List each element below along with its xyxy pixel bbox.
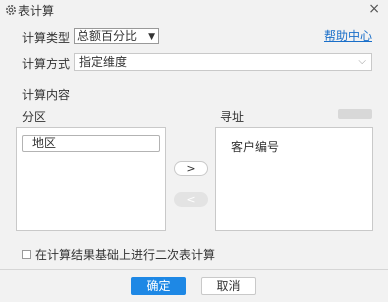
- calc-content-label: 计算内容: [22, 88, 71, 102]
- list-item[interactable]: 客户编号: [231, 138, 279, 155]
- secondary-calc-checkbox[interactable]: [22, 250, 31, 259]
- calc-method-label: 计算方式: [22, 57, 71, 71]
- chevron-left-icon: <: [186, 193, 196, 206]
- partition-list[interactable]: 地区: [16, 127, 166, 231]
- table-calculation-dialog: 表计算 × 计算类型 总额百分比 ▼ 帮助中心 计算方式 指定维度 ⌵ 计算内容…: [0, 0, 388, 302]
- dropdown-arrow-icon: ▼: [148, 32, 155, 42]
- chevron-right-icon: >: [186, 162, 196, 175]
- ok-button[interactable]: 确定: [131, 277, 186, 295]
- gear-icon: [4, 3, 18, 17]
- list-item[interactable]: 地区: [22, 135, 160, 152]
- help-center-link[interactable]: 帮助中心: [324, 27, 372, 44]
- move-right-button[interactable]: >: [174, 161, 208, 176]
- address-list[interactable]: 客户编号: [215, 127, 373, 231]
- calc-method-value: 指定维度: [79, 55, 128, 69]
- close-icon[interactable]: ×: [368, 1, 380, 17]
- calc-type-label: 计算类型: [22, 31, 71, 45]
- address-options-button[interactable]: [338, 109, 372, 119]
- move-left-button[interactable]: <: [174, 192, 208, 207]
- address-label: 寻址: [220, 110, 245, 124]
- calc-type-value: 总额百分比: [77, 29, 138, 43]
- partition-label: 分区: [22, 110, 47, 124]
- dialog-title: 表计算: [18, 4, 55, 18]
- secondary-calc-label[interactable]: 在计算结果基础上进行二次表计算: [35, 246, 215, 263]
- calc-type-select[interactable]: 总额百分比 ▼: [74, 28, 159, 44]
- chevron-down-icon: ⌵: [358, 56, 366, 67]
- cancel-button[interactable]: 取消: [201, 277, 256, 295]
- calc-method-select[interactable]: 指定维度 ⌵: [74, 53, 372, 71]
- title-bar: 表计算 ×: [0, 0, 388, 20]
- footer-divider: [0, 269, 388, 270]
